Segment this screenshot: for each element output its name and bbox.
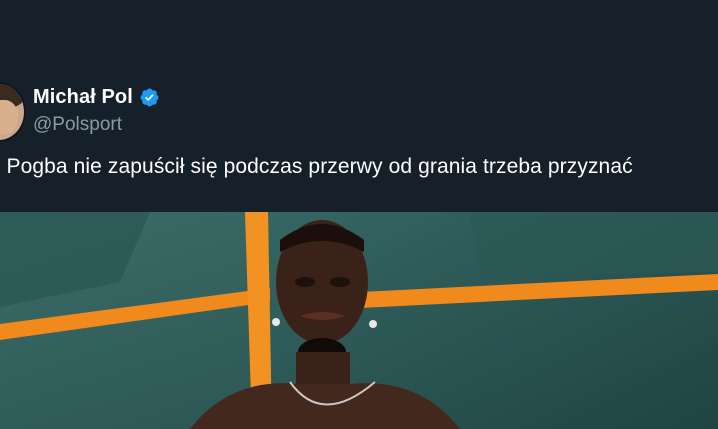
tweet-text: ul Pogba nie zapuścił się podczas przerw… — [0, 155, 633, 178]
author-name-row: Michał Pol — [33, 84, 160, 110]
verified-badge-icon — [139, 87, 160, 108]
author-handle[interactable]: @Polsport — [33, 114, 122, 136]
author-display-name[interactable]: Michał Pol — [33, 86, 133, 109]
tweet-card: Michał Pol @Polsport ul Pogba nie zapuśc… — [0, 0, 718, 429]
tweet-photo[interactable] — [0, 212, 718, 429]
photo-illustration — [0, 212, 718, 429]
author-avatar[interactable] — [0, 82, 26, 142]
